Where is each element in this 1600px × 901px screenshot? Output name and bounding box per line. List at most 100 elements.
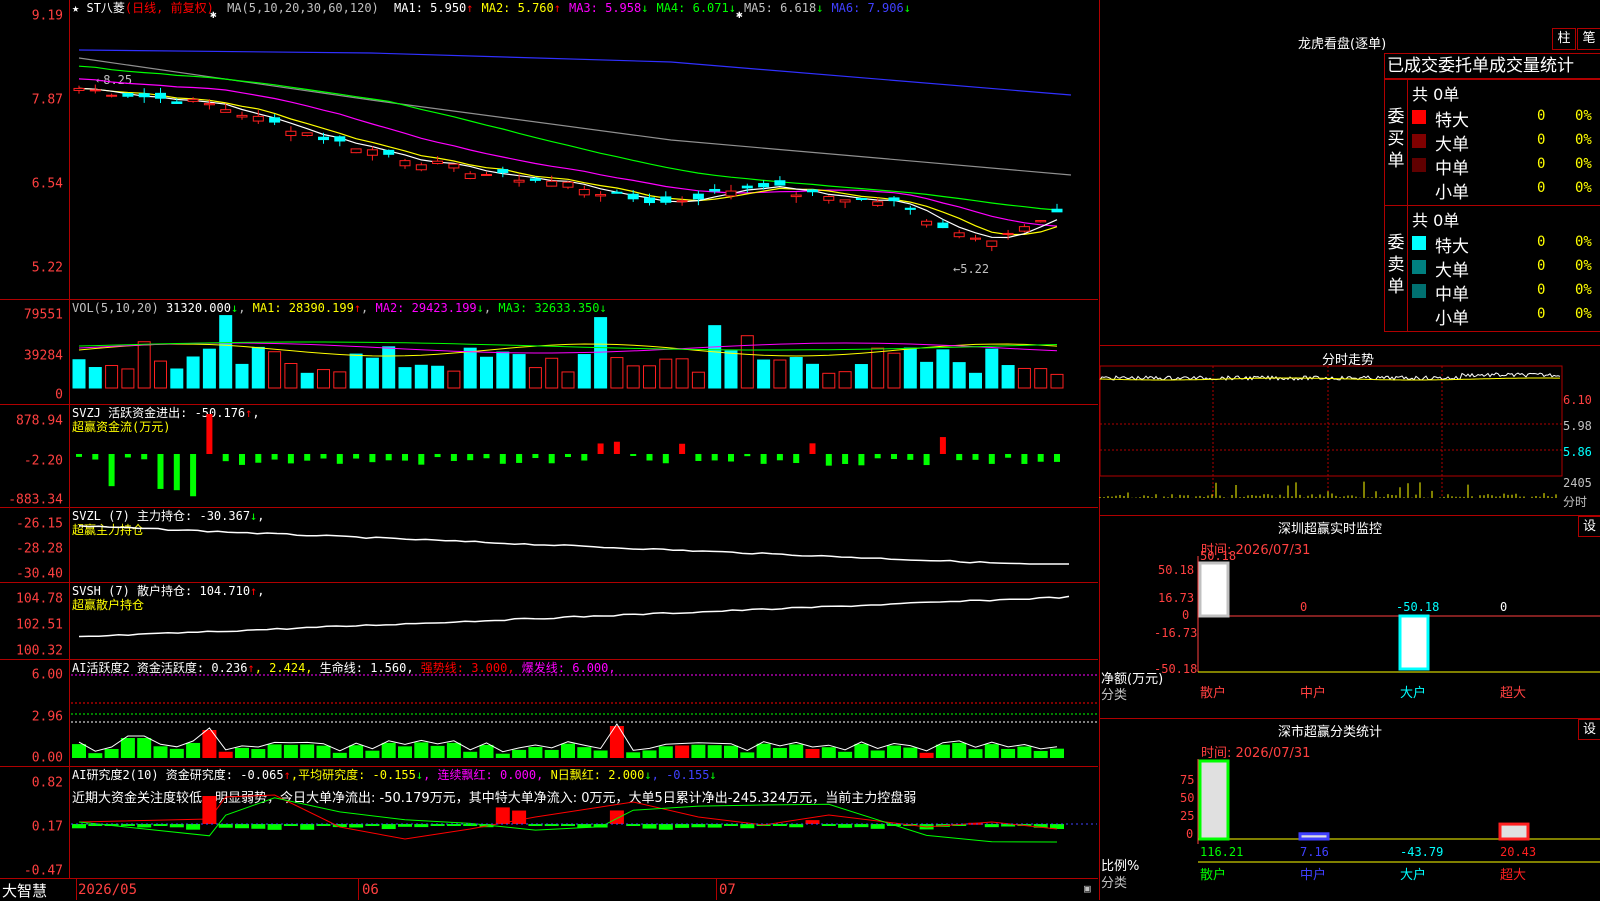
date-tick [716, 879, 717, 900]
ai1-bar [381, 742, 396, 758]
svzj-bar [728, 454, 734, 462]
classify-bar [1498, 822, 1530, 841]
candle-body [953, 232, 965, 238]
ai2-bar [72, 824, 86, 829]
svzj-panel[interactable]: 878.94 -2.20 -883.34 SVZJ 活跃资金进出: -50.17… [0, 405, 1098, 508]
ai1-bar [235, 747, 249, 758]
ai1-bar [316, 745, 331, 758]
volume-panel[interactable]: 79551 39284 0 VOL(5,10,20) 31320.000↓, M… [0, 300, 1098, 405]
svzj-bar [597, 443, 604, 454]
svzj-bar [434, 454, 441, 458]
monitor-category-label: 超大 [1500, 686, 1526, 701]
order-size-label: 大单 [1435, 135, 1469, 155]
ai1-bar [186, 742, 201, 758]
bar-mode-button[interactable]: 柱 [1552, 28, 1576, 50]
ai2-bar [381, 824, 396, 830]
candle-body [595, 194, 607, 197]
svsh-y-axis: 104.78 102.51 100.32 [0, 583, 70, 659]
classify-value-label: 116.21 [1200, 845, 1243, 859]
candle-body [73, 87, 85, 91]
ai1-bar [218, 751, 233, 758]
candle-body [432, 160, 444, 165]
svzl-panel[interactable]: -26.15 -28.28 -30.40 SVZL (7) 主力持仓: -30.… [0, 508, 1098, 583]
svzj-bar [874, 454, 881, 459]
volume-bar [317, 369, 330, 389]
order-percent: 0% [1575, 258, 1592, 274]
date-tick [76, 879, 77, 900]
ai-activity-panel[interactable]: 6.00 2.96 0.00 AI活跃度2 资金活跃度: 0.236↑, 2.4… [0, 660, 1098, 767]
volume-bar [920, 361, 934, 389]
minute-avg-line [1100, 377, 1560, 381]
candle-body [236, 114, 248, 118]
sell-total: 共 0单 [1412, 211, 1460, 230]
svzj-bar [776, 454, 783, 461]
ai1-bar [332, 752, 347, 758]
ai1-bar [626, 752, 641, 758]
ai2-bar [740, 824, 755, 829]
ai1-bar [658, 746, 673, 758]
ai2-bar [137, 824, 152, 828]
candle-body [692, 193, 704, 200]
volume-bar [137, 341, 151, 389]
ai1-bar [952, 742, 967, 758]
candle-body [481, 173, 492, 176]
volume-bar [773, 359, 787, 389]
candle-body [937, 222, 949, 229]
ai1-bar [756, 743, 771, 758]
ai1-bar [919, 752, 934, 758]
ai1-bar [1001, 748, 1016, 758]
ai1-bar [887, 745, 901, 758]
volume-bar [626, 365, 640, 389]
candle-body [676, 200, 688, 203]
volume-bar [822, 372, 836, 389]
volume-bar [838, 371, 852, 389]
svzj-bar [695, 454, 702, 461]
volume-bar [757, 359, 771, 389]
candle-body [986, 240, 998, 247]
ai2-y-axis: 0.82 0.17 -0.47 [0, 767, 70, 879]
ai1-bar [88, 753, 103, 758]
svzj-bar [222, 454, 229, 462]
candle-body [790, 194, 802, 198]
ai1-bar [495, 753, 510, 758]
svzj-bar [499, 454, 506, 464]
tick-mode-button[interactable]: 笔 [1577, 28, 1600, 50]
svsh-panel[interactable]: 104.78 102.51 100.32 SVSH (7) 散户持仓: 104.… [0, 583, 1098, 660]
volume-bars [72, 315, 1064, 389]
classify-stats-panel[interactable]: 深市超赢分类统计 设 时间: 2026/07/31 75 50 25 0 比例%… [1099, 718, 1600, 900]
ai1-bar [300, 744, 315, 758]
color-swatch [1412, 236, 1426, 250]
svzj-bar [141, 454, 148, 460]
volume-bar [447, 370, 461, 389]
ai2-bar [675, 824, 690, 828]
ai1-bar [398, 746, 412, 758]
kline-y-axis: 9.19 7.87 6.54 5.22 [0, 0, 70, 299]
ai-research-panel[interactable]: 0.82 0.17 -0.47 AI研究度2(10) 资金研究度: -0.065… [0, 767, 1098, 879]
kline-panel[interactable]: 9.19 7.87 6.54 5.22 ★ ST八菱(日线, 前复权) MA(5… [0, 0, 1098, 300]
ai2-bar [235, 824, 249, 829]
classify-category-label: 散户 [1200, 867, 1226, 883]
ai1-bar [1050, 748, 1064, 758]
lock-icon[interactable]: ▣ [1084, 882, 1091, 895]
svzj-bar [255, 454, 262, 463]
volume-bar [675, 358, 689, 389]
ai1-bar [691, 744, 706, 758]
svzj-bar [891, 454, 897, 460]
realtime-monitor-panel[interactable]: 深圳超赢实时监控 设 时间: 2026/07/31 50.18 16.73 0 … [1099, 515, 1600, 718]
volume-bar [561, 371, 575, 389]
svzj-y-label: 878.94 [16, 413, 63, 429]
ai2-bar [446, 824, 461, 826]
brand-label: 大智慧 [2, 882, 48, 900]
svzj-bar [353, 454, 360, 459]
ai1-bar [577, 747, 592, 758]
candle-body [839, 199, 851, 203]
svzj-bar [1037, 454, 1044, 462]
svzj-y-label: -883.34 [8, 492, 63, 508]
ai1-bar [1033, 750, 1048, 758]
minute-chart-panel[interactable]: 分时走势 6.10 5.98 5.86 2405 分时 [1099, 345, 1600, 515]
candle-body [627, 193, 639, 200]
svsh-y-label: 102.51 [16, 617, 63, 633]
minute-vol-label: 2405 [1563, 476, 1592, 490]
ai1-bar [935, 744, 950, 758]
candle-body [138, 93, 150, 98]
